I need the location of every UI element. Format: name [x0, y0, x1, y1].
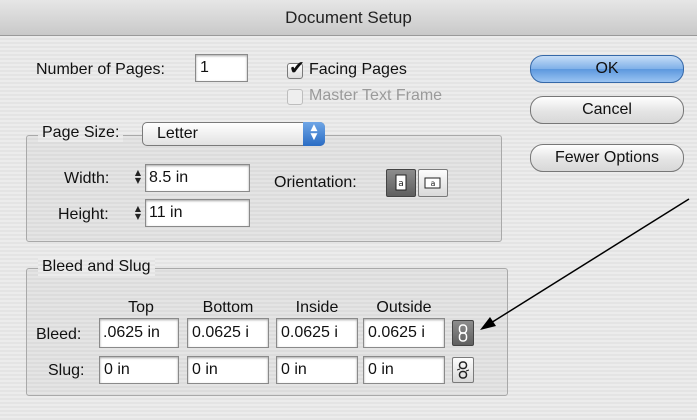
annotation-arrow — [480, 198, 690, 330]
